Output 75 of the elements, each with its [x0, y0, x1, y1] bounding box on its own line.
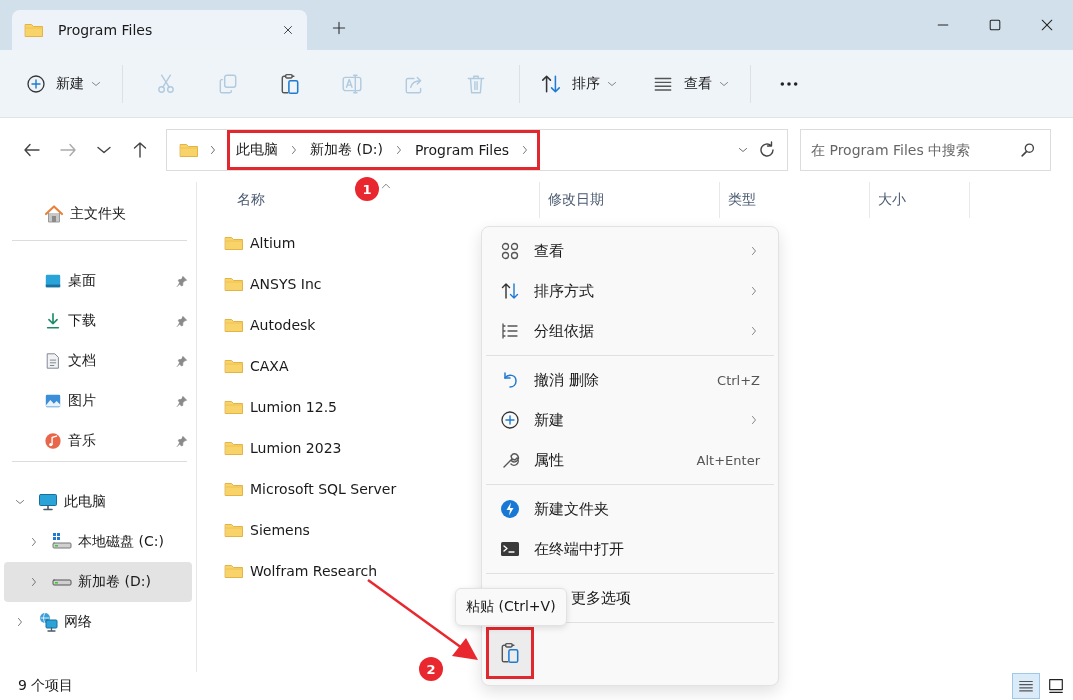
menu-item[interactable]: 新建	[486, 400, 774, 440]
lightning-icon	[500, 499, 520, 519]
refresh-icon[interactable]	[757, 140, 777, 160]
tree-item[interactable]: 此电脑	[4, 482, 192, 522]
home-icon	[44, 204, 64, 224]
network-icon	[38, 612, 58, 632]
item-count: 9 个项目	[18, 677, 75, 695]
menu-item[interactable]: 新建文件夹	[486, 489, 774, 529]
tiles-view-icon	[1047, 677, 1065, 695]
view-mode-button[interactable]	[1012, 673, 1040, 699]
tree-item[interactable]: 新加卷 (D:)	[4, 562, 192, 602]
plus-circle-icon	[26, 73, 46, 94]
monitor-icon	[38, 492, 58, 512]
paste-icon	[499, 642, 521, 664]
file-name[interactable]: Microsoft SQL Server	[250, 480, 397, 497]
menu-item[interactable]: 排序方式	[486, 271, 774, 311]
shortcut-label: Alt+Enter	[696, 452, 760, 468]
sidebar-item[interactable]: 主文件夹	[4, 194, 192, 234]
grouped-list-icon	[500, 321, 520, 341]
view-button[interactable]: 查看	[644, 66, 738, 101]
sidebar-item[interactable]: 音乐	[4, 421, 192, 461]
download-icon	[44, 312, 62, 330]
address-bar[interactable]: 此电脑 新加卷 (D:) Program Files	[166, 129, 788, 171]
sort-arrows-icon	[540, 72, 562, 95]
file-name[interactable]: ANSYS Inc	[250, 275, 322, 292]
window-tab[interactable]: Program Files	[12, 10, 307, 50]
close-icon[interactable]	[281, 23, 295, 37]
terminal-icon	[500, 539, 520, 559]
plus-circle-icon	[500, 410, 520, 430]
document-icon	[44, 352, 62, 370]
step-number: 1	[355, 177, 379, 201]
menu-item[interactable]: 分组依据	[486, 311, 774, 351]
file-name[interactable]: Altium	[250, 234, 296, 251]
ellipsis-icon	[779, 81, 799, 86]
breadcrumb[interactable]: Program Files	[414, 142, 510, 158]
menu-item[interactable]: 属性 Alt+Enter	[486, 440, 774, 480]
breadcrumb[interactable]: 此电脑	[236, 141, 278, 159]
sidebar-item[interactable]: 文档	[4, 341, 192, 381]
step-number: 2	[419, 657, 443, 681]
paste-icon	[279, 72, 301, 95]
tree-item[interactable]: 网络	[4, 602, 192, 642]
add-tab-icon[interactable]	[331, 19, 347, 36]
desktop-icon	[44, 272, 62, 290]
rename-icon	[341, 72, 363, 95]
copy-icon	[217, 72, 239, 95]
shortcut-label: Ctrl+Z	[717, 372, 760, 388]
file-name[interactable]: Lumion 12.5	[250, 398, 337, 415]
menu-item[interactable]: 查看	[486, 231, 774, 271]
file-name[interactable]: Lumion 2023	[250, 439, 342, 456]
scissors-icon	[155, 72, 177, 95]
sidebar-item[interactable]: 下载	[4, 301, 192, 341]
file-name[interactable]: Wolfram Research	[250, 562, 378, 579]
breadcrumb[interactable]: 新加卷 (D:)	[310, 141, 383, 159]
column-header[interactable]: 大小	[870, 182, 970, 218]
sort-arrows-icon	[500, 281, 520, 301]
sidebar-item[interactable]: 图片	[4, 381, 192, 421]
column-header[interactable]: 修改日期	[540, 182, 720, 218]
tooltip: 粘贴 (Ctrl+V)	[455, 588, 567, 626]
music-icon	[44, 432, 62, 450]
menu-item[interactable]: 在终端中打开	[486, 529, 774, 569]
sort-button[interactable]: 排序	[532, 66, 626, 101]
search-icon	[1019, 141, 1037, 159]
tree-item[interactable]: 本地磁盘 (C:)	[4, 522, 192, 562]
menu-item[interactable]: 撤消 删除 Ctrl+Z	[486, 360, 774, 400]
paste-button[interactable]	[486, 627, 534, 679]
file-name[interactable]: Siemens	[250, 521, 310, 538]
picture-icon	[44, 392, 62, 410]
grid-icon	[500, 241, 520, 261]
file-name[interactable]: CAXA	[250, 357, 289, 374]
drive-icon	[52, 532, 72, 552]
search-field[interactable]: 在 Program Files 中搜索	[800, 129, 1051, 171]
file-name[interactable]: Autodesk	[250, 316, 316, 333]
sidebar-item[interactable]: 桌面	[4, 261, 192, 301]
column-header[interactable]: 类型	[720, 182, 870, 218]
new-button[interactable]: 新建	[18, 67, 110, 100]
